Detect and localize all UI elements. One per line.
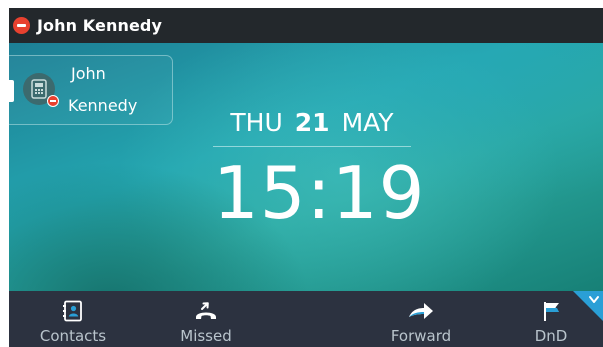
blf-first-name: John xyxy=(71,64,106,83)
idle-screen: John Kennedy THU 21 MAY 15:19 xyxy=(9,43,603,291)
clock-time: 15:19 xyxy=(213,151,426,235)
contacts-icon xyxy=(59,299,87,323)
presence-dnd-icon xyxy=(47,95,59,107)
status-user-name: John Kennedy xyxy=(37,16,162,35)
forward-icon xyxy=(407,299,435,323)
contacts-softkey[interactable]: Contacts xyxy=(31,291,115,347)
date-day: 21 xyxy=(294,108,330,137)
softkey-bar: Contacts Missed Forward DnD xyxy=(9,291,603,347)
status-bar: John Kennedy xyxy=(9,8,603,43)
dnd-softkey[interactable]: DnD xyxy=(521,291,581,347)
presence-dnd-icon xyxy=(13,17,30,34)
missed-softkey[interactable]: Missed xyxy=(164,291,248,347)
forward-softkey[interactable]: Forward xyxy=(379,291,463,347)
forward-label: Forward xyxy=(390,327,452,345)
blf-key-john-kennedy[interactable]: John Kennedy xyxy=(9,55,173,125)
blf-led-indicator xyxy=(9,80,14,102)
missed-label: Missed xyxy=(180,327,232,345)
blf-last-name: Kennedy xyxy=(68,96,138,115)
phone-screen: John Kennedy John Kennedy THU 21 MAY 15:… xyxy=(9,8,603,347)
missed-call-icon xyxy=(192,299,220,323)
dnd-flag-icon xyxy=(537,299,565,323)
more-softkeys-icon[interactable] xyxy=(573,291,603,321)
contacts-label: Contacts xyxy=(39,327,107,345)
dnd-label: DnD xyxy=(534,327,568,345)
date-weekday: THU xyxy=(230,108,283,137)
date-display: THU 21 MAY xyxy=(213,108,411,137)
date-month: MAY xyxy=(341,108,394,137)
